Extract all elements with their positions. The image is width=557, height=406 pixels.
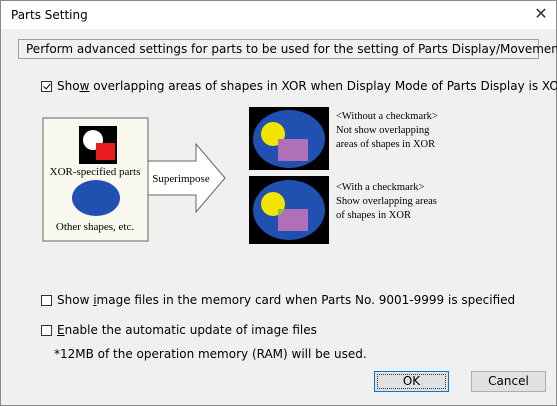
auto-update-option[interactable]: Enable the automatic update of image fil… [41, 323, 317, 337]
description-text: Perform advanced settings for parts to b… [26, 42, 557, 56]
result-without-checkmark [249, 107, 329, 170]
memory-note: *12MB of the operation memory (RAM) will… [54, 347, 367, 361]
other-shape-ellipse [72, 180, 120, 216]
xor-checkbox[interactable] [41, 80, 52, 92]
image-files-checkbox[interactable] [41, 294, 52, 306]
xor-option[interactable]: Show overlapping areas of shapes in XOR … [41, 79, 557, 93]
result-with-checkmark [249, 176, 329, 244]
xor-option-label: Show overlapping areas of shapes in XOR … [57, 79, 557, 93]
parts-setting-dialog: Parts Setting ✕ Perform advanced setting… [0, 0, 557, 406]
other-shapes-label: Other shapes, etc. [56, 221, 134, 233]
auto-update-option-label: Enable the automatic update of image fil… [57, 323, 317, 337]
with-checkmark-caption: <With a checkmark> Show overlapping area… [336, 182, 440, 221]
auto-update-checkbox[interactable] [41, 324, 52, 336]
image-files-option-label: Show image files in the memory card when… [57, 293, 516, 307]
window-title: Parts Setting [11, 8, 88, 22]
cancel-button[interactable]: Cancel [471, 371, 546, 392]
image-files-option[interactable]: Show image files in the memory card when… [41, 293, 515, 307]
xor-parts-icon [79, 126, 117, 164]
without-checkmark-caption: <Without a checkmark> Not show overlappi… [336, 111, 440, 150]
description-box: Perform advanced settings for parts to b… [18, 39, 557, 59]
xor-illustration: XOR-specified parts Other shapes, etc. S… [42, 107, 440, 244]
xor-parts-label: XOR-specified parts [50, 166, 141, 178]
title-bar: Parts Setting ✕ [1, 1, 556, 29]
superimpose-label: Superimpose [152, 173, 210, 185]
ok-button-label: OK [377, 374, 446, 389]
ok-button[interactable]: OK [374, 371, 449, 392]
close-icon[interactable]: ✕ [526, 1, 556, 29]
